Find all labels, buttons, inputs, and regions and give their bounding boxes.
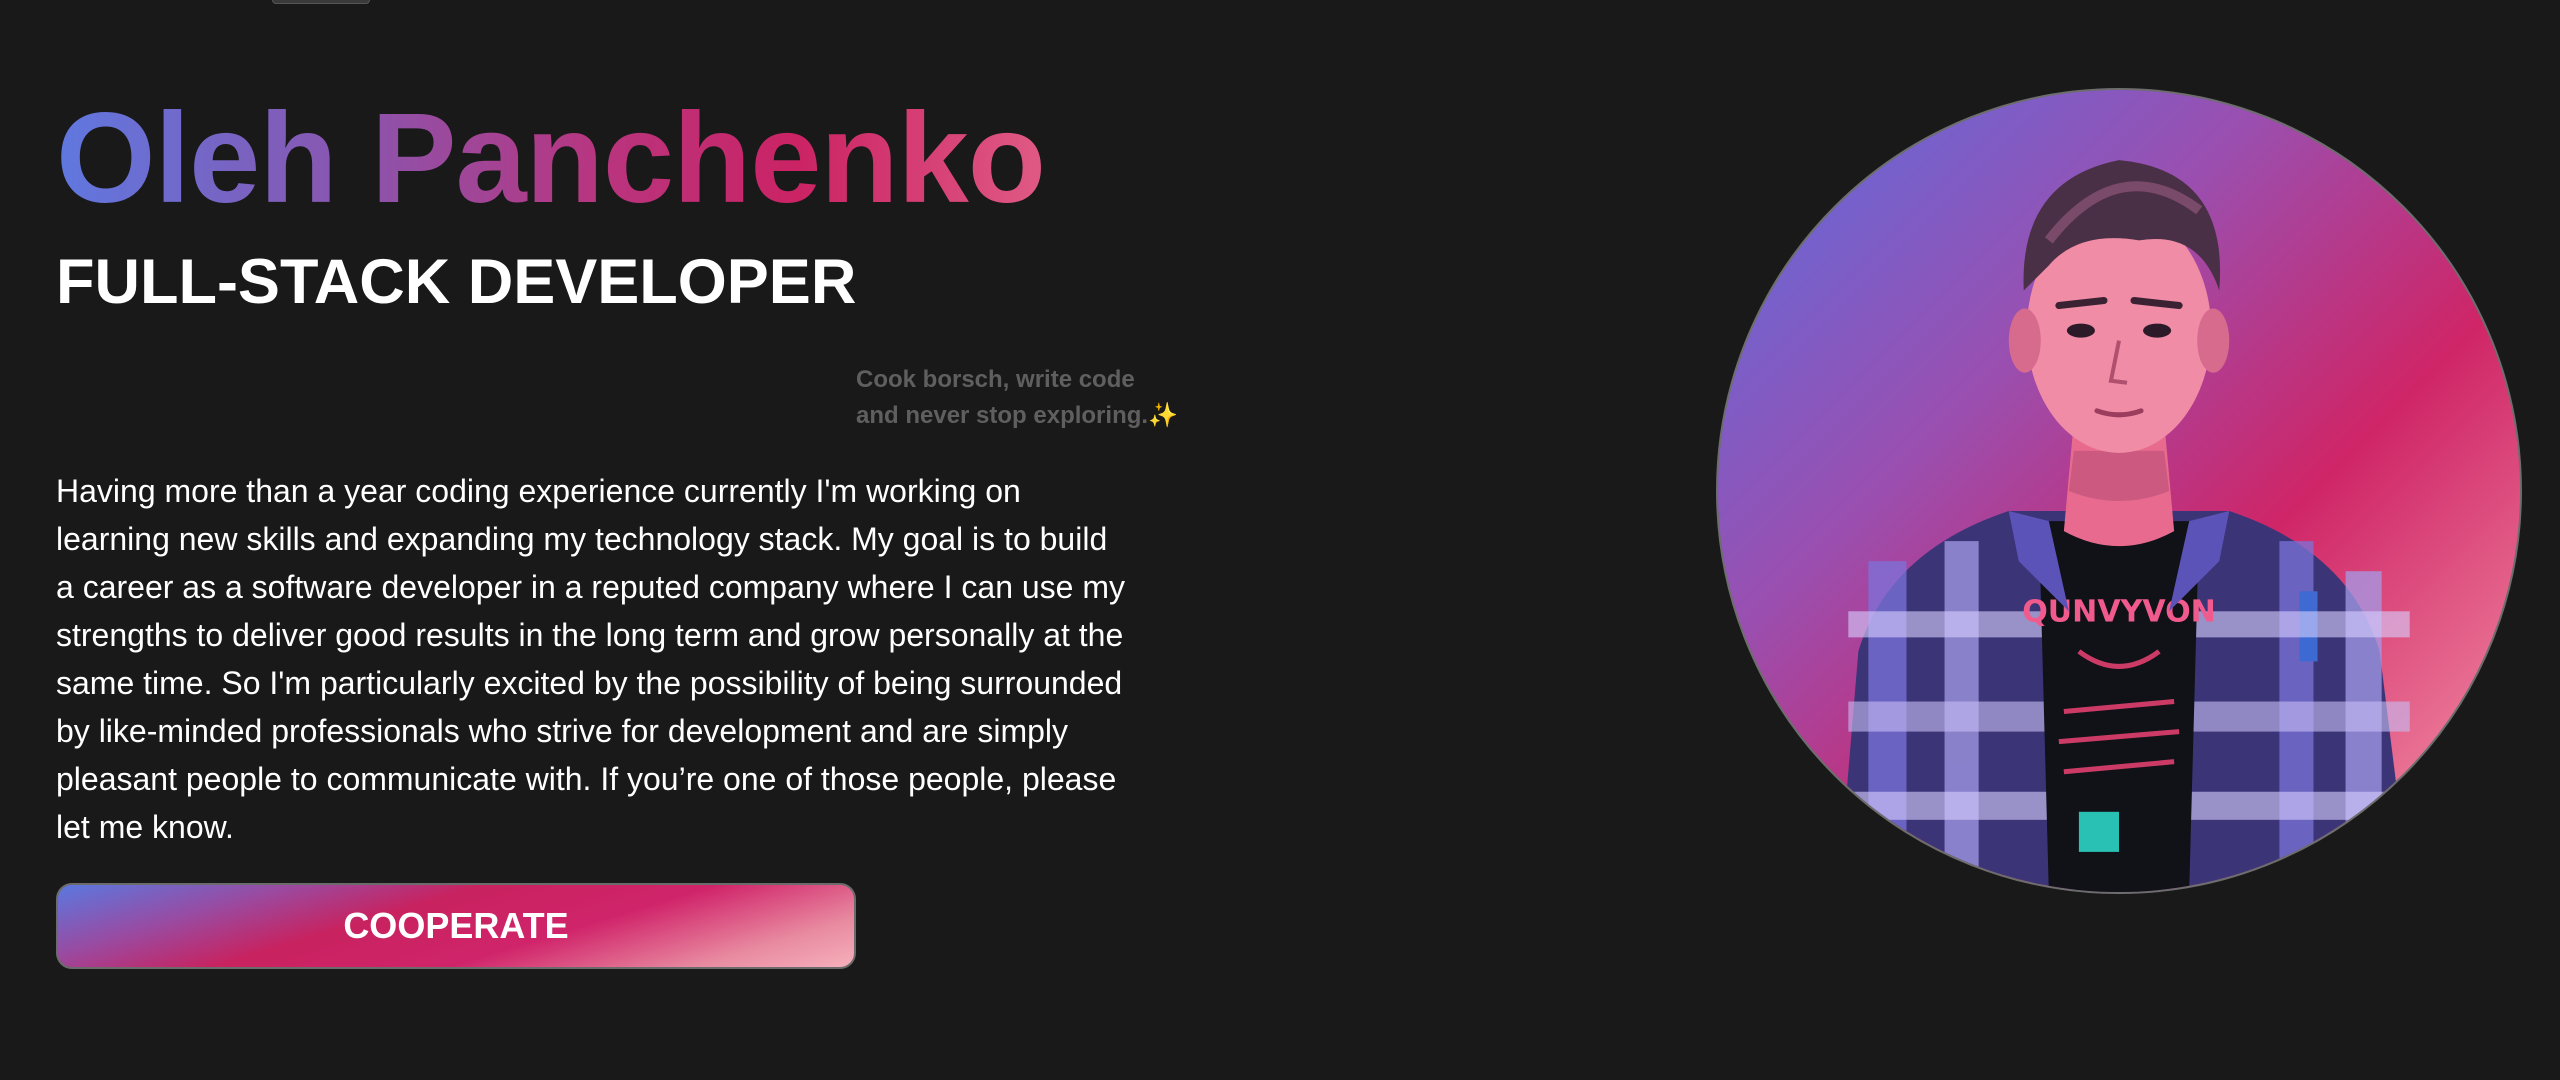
hero-role: FULL-STACK DEVELOPER (56, 247, 857, 317)
hero-bio: Having more than a year coding experienc… (56, 467, 1196, 851)
avatar: QUNVYVON (1716, 88, 2522, 894)
bio-line: same time. So I'm particularly excited b… (56, 665, 1123, 701)
sparkles-icon: ✨ (1148, 402, 1178, 429)
hero-section: Oleh Panchenko FULL-STACK DEVELOPER Cook… (0, 0, 2560, 1080)
shirt-print-text: QUNVYVON (2022, 594, 2216, 629)
motto-line-text: and never stop exploring. (856, 402, 1149, 429)
hero-motto: Cook borsch, write code and never stop e… (856, 362, 1196, 434)
bio-line: by like-minded professionals who strive … (56, 713, 1069, 749)
bio-line: strengths to deliver good results in the… (56, 617, 1124, 653)
hero-name: Oleh Panchenko (56, 84, 1046, 234)
bio-line: let me know. (56, 809, 234, 845)
bio-line: pleasant people to communicate with. If … (56, 761, 1117, 797)
bio-line: Having more than a year coding experienc… (56, 473, 1021, 509)
nav-handle[interactable] (272, 0, 370, 4)
motto-line: Cook borsch, write code (856, 366, 1135, 393)
cooperate-button[interactable]: COOPERATE (56, 883, 856, 969)
motto-line: and never stop exploring.✨ (856, 398, 1196, 434)
bio-line: learning new skills and expanding my tec… (56, 521, 1108, 557)
bio-line: a career as a software developer in a re… (56, 569, 1126, 605)
avatar-illustration: QUNVYVON (1838, 160, 2410, 892)
